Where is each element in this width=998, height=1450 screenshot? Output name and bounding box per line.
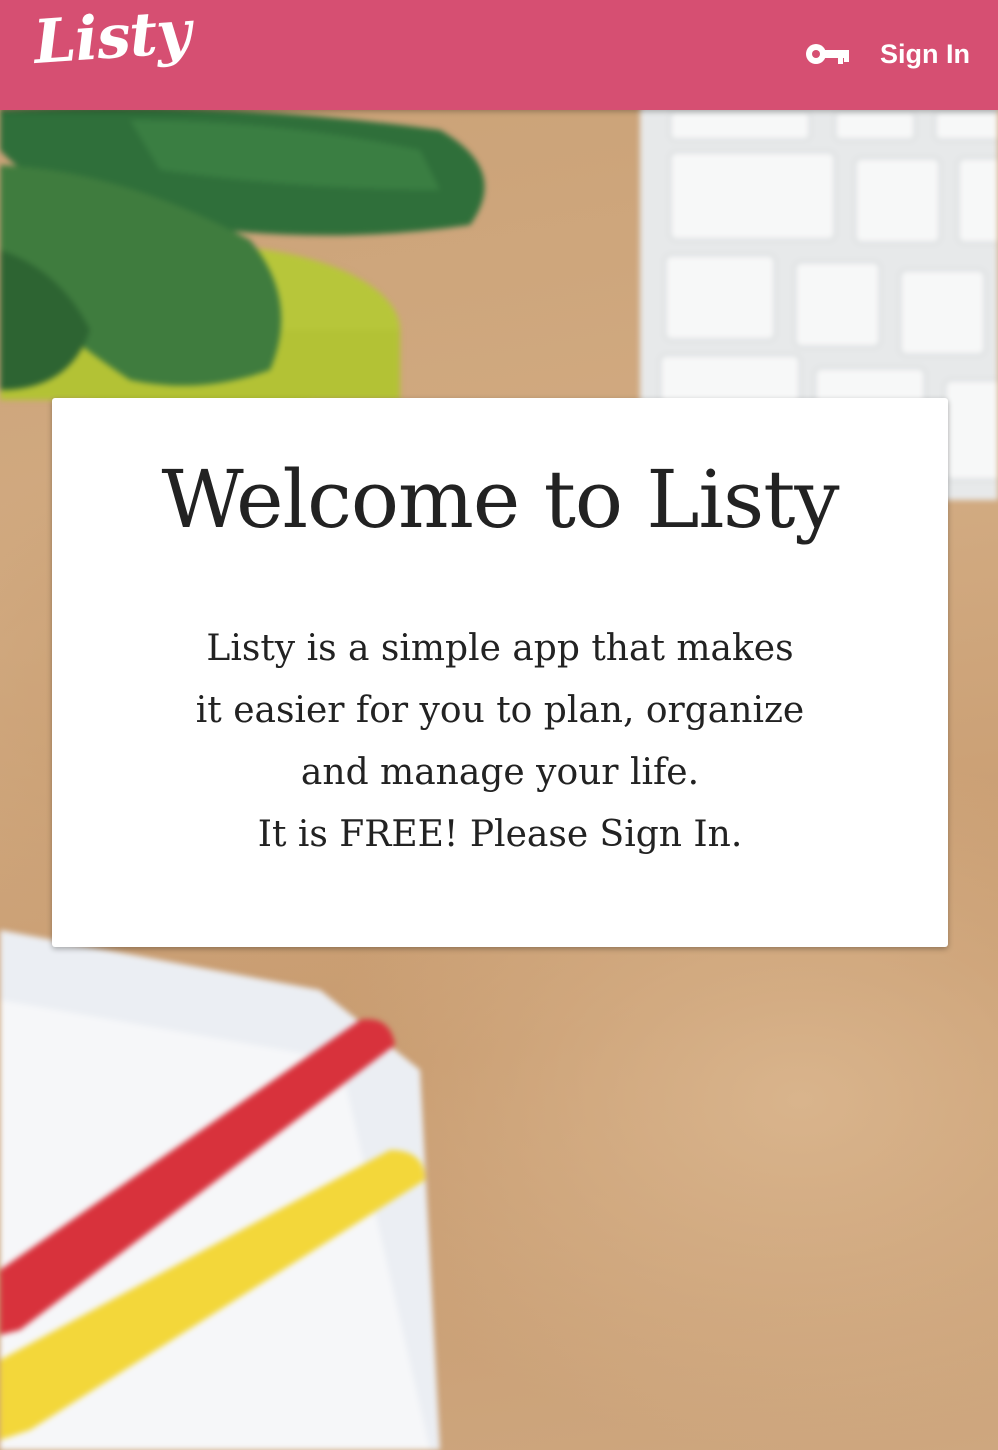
description-line: Listy is a simple app that makes — [206, 628, 794, 669]
key-icon — [804, 41, 850, 67]
welcome-title: Welcome to Listy — [161, 453, 839, 546]
description-line: and manage your life. — [300, 752, 700, 793]
description-line: it easier for you to plan, organize — [195, 690, 805, 731]
sign-in-button[interactable]: Sign In — [804, 32, 970, 76]
welcome-description: Listy is a simple app that makes it easi… — [182, 618, 818, 866]
description-line: It is FREE! Please Sign In. — [257, 814, 743, 855]
welcome-card: Welcome to Listy Listy is a simple app t… — [52, 398, 948, 947]
top-header: Listy Sign In — [0, 0, 998, 110]
sign-in-label: Sign In — [880, 38, 970, 69]
listy-logo[interactable]: Listy — [32, 0, 193, 78]
